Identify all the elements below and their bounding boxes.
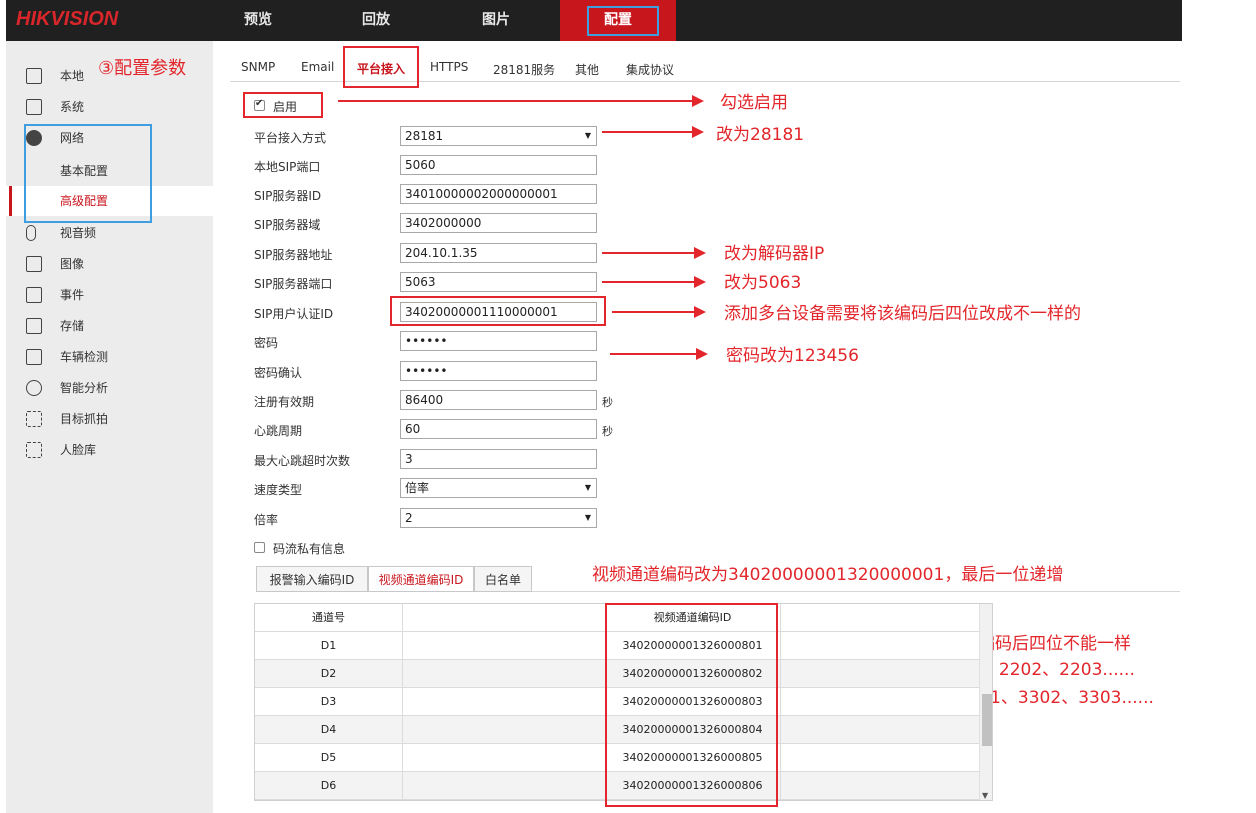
image-icon <box>26 256 42 272</box>
password-confirm-input[interactable]: •••••• <box>400 361 597 381</box>
sip-server-id-input[interactable]: 34010000002000000001 <box>400 184 597 204</box>
column-divider <box>780 604 781 800</box>
annotation-mode: 改为28181 <box>716 125 805 145</box>
arrow-password <box>610 348 708 360</box>
sidebar-item-face-library[interactable]: 人脸库 <box>6 435 213 465</box>
sip-server-port-input[interactable]: 5063 <box>400 272 597 292</box>
sidebar-item-event[interactable]: 事件 <box>6 280 213 310</box>
local-sip-port-input[interactable]: 5060 <box>400 155 597 175</box>
label-sip-auth-id: SIP用户认证ID <box>254 307 334 321</box>
access-mode-select[interactable]: 28181 <box>400 126 597 146</box>
sidebar-item-system[interactable]: 系统 <box>6 92 213 122</box>
nav-highlight-box <box>587 6 659 36</box>
tab-https[interactable]: HTTPS <box>430 60 468 74</box>
table-scrollbar[interactable]: ▼ <box>979 604 992 800</box>
tab-28181-service[interactable]: 28181服务 <box>493 61 555 78</box>
tab-other[interactable]: 其他 <box>575 61 599 78</box>
label-password-confirm: 密码确认 <box>254 366 303 380</box>
monitor-icon <box>26 68 42 84</box>
cell-channel: D2 <box>320 667 337 680</box>
hikvision-logo: HIKVISION <box>16 8 119 30</box>
active-indicator <box>9 186 12 216</box>
auth-id-highlight <box>390 296 606 326</box>
unit-seconds-2: 秒 <box>602 425 613 438</box>
label-registration-validity: 注册有效期 <box>254 395 315 409</box>
subtab-video-channel-id[interactable]: 视频通道编码ID <box>368 566 474 592</box>
label-sip-server-domain: SIP服务器域 <box>254 218 321 232</box>
tab-snmp[interactable]: SNMP <box>241 60 275 74</box>
sidebar-item-smart-analysis[interactable]: 智能分析 <box>6 373 213 403</box>
private-info-checkbox[interactable] <box>254 542 265 553</box>
nav-preview[interactable]: 预览 <box>244 0 272 41</box>
annotation-address: 改为解码器IP <box>724 244 825 264</box>
label-password: 密码 <box>254 336 279 350</box>
sidebar-item-audio-video[interactable]: 视音频 <box>6 218 213 248</box>
nav-playback[interactable]: 回放 <box>362 0 390 41</box>
sidebar-item-image[interactable]: 图像 <box>6 249 213 279</box>
column-divider <box>402 604 403 800</box>
speed-type-select[interactable]: 倍率 <box>400 478 597 498</box>
label-max-heartbeat-timeout: 最大心跳超时次数 <box>254 454 351 468</box>
cell-channel: D1 <box>320 639 337 652</box>
system-icon <box>26 99 42 115</box>
platform-tab-highlight <box>343 46 419 88</box>
header-blank <box>402 604 605 632</box>
enable-highlight <box>243 92 323 118</box>
label-sip-server-id: SIP服务器ID <box>254 189 322 203</box>
max-heartbeat-timeout-input[interactable]: 3 <box>400 449 597 469</box>
mic-icon <box>26 225 36 241</box>
arrow-address <box>602 247 706 259</box>
sidebar-item-target-capture[interactable]: 目标抓拍 <box>6 404 213 434</box>
annotation-auth-id: 添加多台设备需要将该编码后四位改成不一样的 <box>724 304 1081 324</box>
face-icon <box>26 442 42 458</box>
arrow-enable <box>338 95 704 107</box>
header-channel-no: 通道号 <box>312 611 345 624</box>
annotation-password: 密码改为123456 <box>726 346 859 366</box>
tab-integration-protocol[interactable]: 集成协议 <box>626 61 674 78</box>
annotation-channel: 视频通道编码改为34020000001320000001，最后一位递增 <box>592 565 1064 585</box>
cell-channel: D5 <box>320 751 337 764</box>
scrollbar-thumb[interactable] <box>982 694 992 746</box>
scroll-down-icon[interactable]: ▼ <box>982 791 988 800</box>
network-highlight-box <box>24 124 152 223</box>
sidebar-item-local[interactable]: 本地 <box>6 61 213 91</box>
cell-channel: D3 <box>320 695 337 708</box>
calendar-icon <box>26 287 42 303</box>
subtab-alarm-input-id[interactable]: 报警输入编码ID <box>256 566 368 592</box>
label-access-mode: 平台接入方式 <box>254 131 327 145</box>
label-sip-server-address: SIP服务器地址 <box>254 248 333 262</box>
nav-picture[interactable]: 图片 <box>482 0 510 41</box>
label-local-sip-port: 本地SIP端口 <box>254 160 321 174</box>
arrow-auth-id <box>612 306 706 318</box>
car-search-icon <box>26 349 42 365</box>
subtab-whitelist[interactable]: 白名单 <box>474 566 532 592</box>
label-heartbeat-period: 心跳周期 <box>254 424 303 438</box>
capture-icon <box>26 411 42 427</box>
annotation-port: 改为5063 <box>724 273 802 293</box>
label-speed-type: 速度类型 <box>254 483 303 497</box>
cell-channel: D4 <box>320 723 337 736</box>
label-sip-server-port: SIP服务器端口 <box>254 277 333 291</box>
heartbeat-period-input[interactable]: 60 <box>400 419 597 439</box>
sidebar-item-storage[interactable]: 存储 <box>6 311 213 341</box>
multiplier-select[interactable]: 2 <box>400 508 597 528</box>
sidebar-item-vehicle-detection[interactable]: 车辆检测 <box>6 342 213 372</box>
password-input[interactable]: •••••• <box>400 331 597 351</box>
analysis-icon <box>26 380 42 396</box>
unit-seconds: 秒 <box>602 396 613 409</box>
subtab-divider <box>532 591 1180 592</box>
sip-server-domain-input[interactable]: 3402000000 <box>400 213 597 233</box>
label-multiplier: 倍率 <box>254 513 279 527</box>
arrow-mode <box>602 126 704 138</box>
private-info-label: 码流私有信息 <box>273 542 346 556</box>
registration-validity-input[interactable]: 86400 <box>400 390 597 410</box>
save-icon <box>26 318 42 334</box>
channel-id-column-highlight <box>605 603 778 807</box>
cell-channel: D6 <box>320 779 337 792</box>
annotation-enable: 勾选启用 <box>720 93 788 113</box>
tab-email[interactable]: Email <box>301 60 334 74</box>
arrow-port <box>602 276 706 288</box>
sip-server-address-input[interactable]: 204.10.1.35 <box>400 243 597 263</box>
